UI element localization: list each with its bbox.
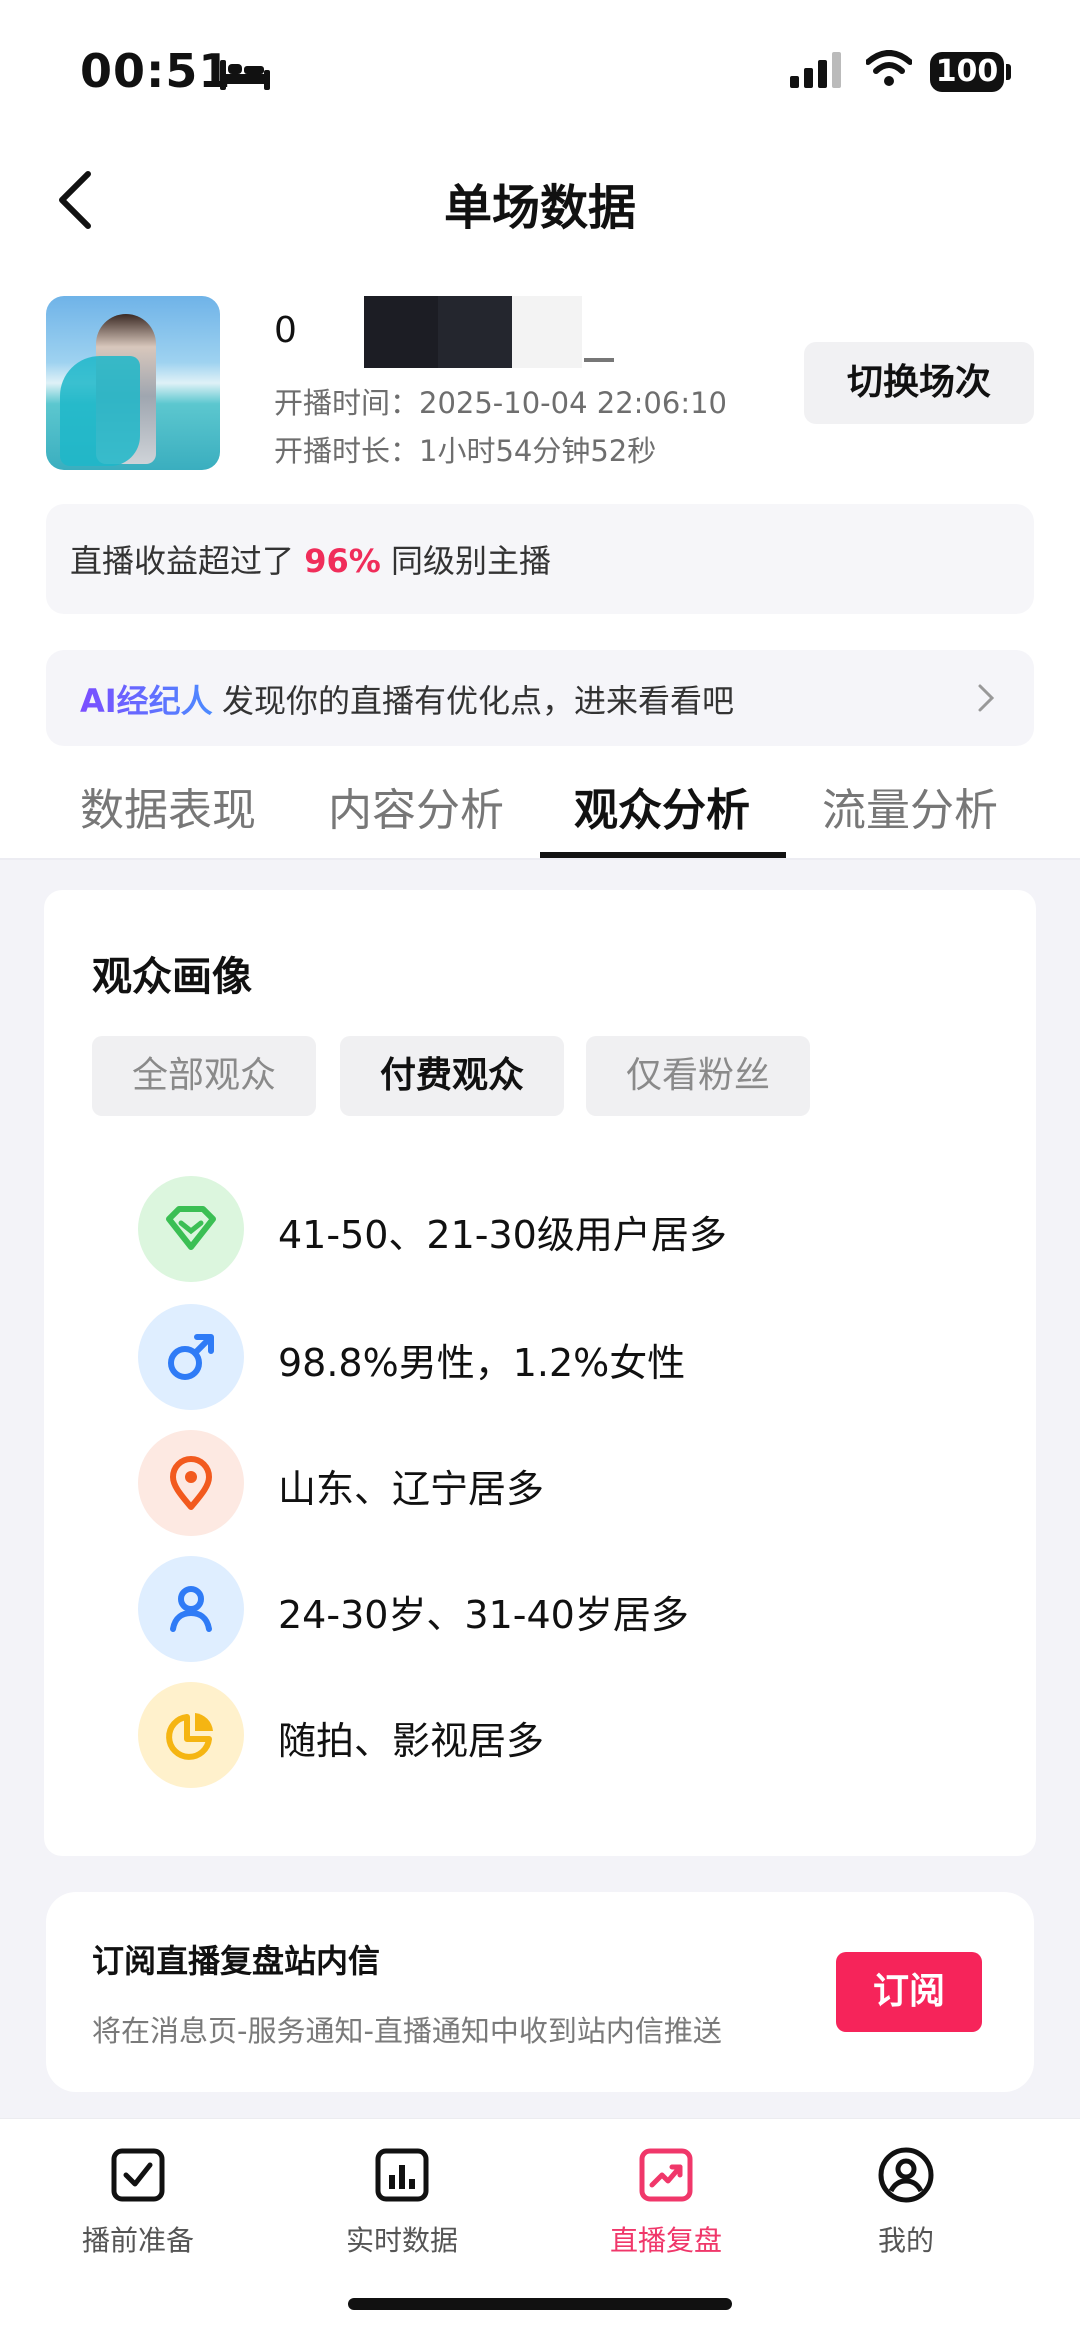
ai-agent-banner[interactable]: AI经纪人 发现你的直播有优化点，进来看看吧 — [46, 650, 1034, 746]
trait-interest-text: 随拍、影视居多 — [278, 1719, 545, 1763]
redaction-block — [584, 358, 614, 362]
stream-duration: 开播时长：1小时54分钟52秒 — [274, 434, 657, 468]
profile-icon — [878, 2147, 934, 2203]
subscribe-title: 订阅直播复盘站内信 — [92, 1942, 381, 1980]
active-tab-indicator — [540, 852, 786, 858]
trait-region-text: 山东、辽宁居多 — [278, 1467, 545, 1511]
earnings-suffix: 同级别主播 — [380, 542, 551, 580]
stream-profile: 0 开播时间：2025-10-04 22:06:10 开播时长：1小时54分钟5… — [46, 296, 1034, 470]
redaction-block — [364, 296, 438, 368]
battery-cap — [1006, 64, 1011, 80]
wifi-icon — [866, 50, 912, 86]
section-title: 观众画像 — [92, 954, 252, 1000]
redaction-block — [438, 296, 512, 368]
trait-level-text: 41-50、21-30级用户居多 — [278, 1213, 727, 1257]
switch-session-button[interactable]: 切换场次 — [804, 342, 1034, 424]
avatar[interactable] — [46, 296, 220, 470]
male-icon — [138, 1304, 244, 1410]
stream-start-time: 开播时间：2025-10-04 22:06:10 — [274, 386, 727, 420]
nav-item-review[interactable]: 直播复盘 — [566, 2145, 766, 2259]
earnings-card: 直播收益超过了 96% 同级别主播 — [46, 504, 1034, 614]
tab-content-analysis[interactable]: 内容分析 — [328, 774, 504, 838]
earnings-prefix: 直播收益超过了 — [70, 542, 305, 580]
subscribe-desc: 将在消息页-服务通知-直播通知中收到站内信推送 — [92, 2014, 722, 2048]
nav-label: 我的 — [877, 2224, 934, 2257]
trait-region: 山东、辽宁居多 — [138, 1430, 998, 1536]
bar-chart-icon — [375, 2148, 429, 2202]
filter-fans-only[interactable]: 仅看粉丝 — [586, 1036, 810, 1116]
checkbox-icon — [111, 2148, 165, 2202]
home-indicator — [348, 2298, 732, 2310]
battery-indicator: 100 — [930, 52, 1004, 92]
trait-interest: 随拍、影视居多 — [138, 1682, 998, 1788]
status-bar: 00:51 100 — [0, 0, 1080, 140]
trait-level: 41-50、21-30级用户居多 — [138, 1176, 998, 1282]
pie-chart-icon — [138, 1682, 244, 1788]
trend-icon — [639, 2148, 693, 2202]
earnings-percent: 96% — [304, 542, 381, 580]
nav-label: 直播复盘 — [609, 2224, 722, 2257]
audience-portrait-card: 观众画像 全部观众 付费观众 仅看粉丝 41-50、21-30级用户居多 98.… — [44, 890, 1036, 1856]
tab-traffic-analysis[interactable]: 流量分析 — [822, 774, 998, 838]
tab-audience-analysis[interactable]: 观众分析 — [574, 774, 750, 838]
earnings-text: 直播收益超过了 96% 同级别主播 — [70, 536, 551, 582]
nav-label: 实时数据 — [345, 2224, 458, 2257]
location-pin-icon — [138, 1430, 244, 1536]
analysis-tabs: 数据表现 内容分析 观众分析 流量分析 — [0, 760, 1080, 860]
nav-header: 单场数据 — [0, 150, 1080, 250]
nav-label: 播前准备 — [81, 2224, 194, 2257]
avatar-scarf — [60, 356, 140, 466]
redaction-block — [512, 296, 582, 368]
nav-item-pre-stream[interactable]: 播前准备 — [38, 2145, 238, 2259]
subscribe-button[interactable]: 订阅 — [836, 1952, 982, 2032]
trait-age-text: 24-30岁、31-40岁居多 — [278, 1593, 689, 1637]
user-icon — [138, 1556, 244, 1662]
trait-age: 24-30岁、31-40岁居多 — [138, 1556, 998, 1662]
nav-item-realtime[interactable]: 实时数据 — [302, 2145, 502, 2259]
filter-all-audience[interactable]: 全部观众 — [92, 1036, 316, 1116]
signal-icon — [790, 52, 841, 88]
filter-paying-audience[interactable]: 付费观众 — [340, 1036, 564, 1116]
nav-item-mine[interactable]: 我的 — [806, 2145, 1006, 2259]
diamond-icon — [138, 1176, 244, 1282]
trait-gender-text: 98.8%男性，1.2%女性 — [278, 1341, 686, 1385]
ai-agent-tag: AI经纪人 — [80, 676, 213, 722]
streamer-name: 0 — [274, 310, 297, 351]
subscribe-card: 订阅直播复盘站内信 将在消息页-服务通知-直播通知中收到站内信推送 订阅 — [46, 1892, 1034, 2092]
trait-gender: 98.8%男性，1.2%女性 — [138, 1304, 998, 1410]
tab-data-performance[interactable]: 数据表现 — [80, 774, 256, 838]
page-title: 单场数据 — [443, 180, 636, 236]
chevron-right-icon — [978, 684, 995, 712]
bed-icon — [220, 60, 270, 90]
status-time: 00:51 — [80, 44, 232, 98]
ai-agent-desc: 发现你的直播有优化点，进来看看吧 — [222, 682, 735, 720]
